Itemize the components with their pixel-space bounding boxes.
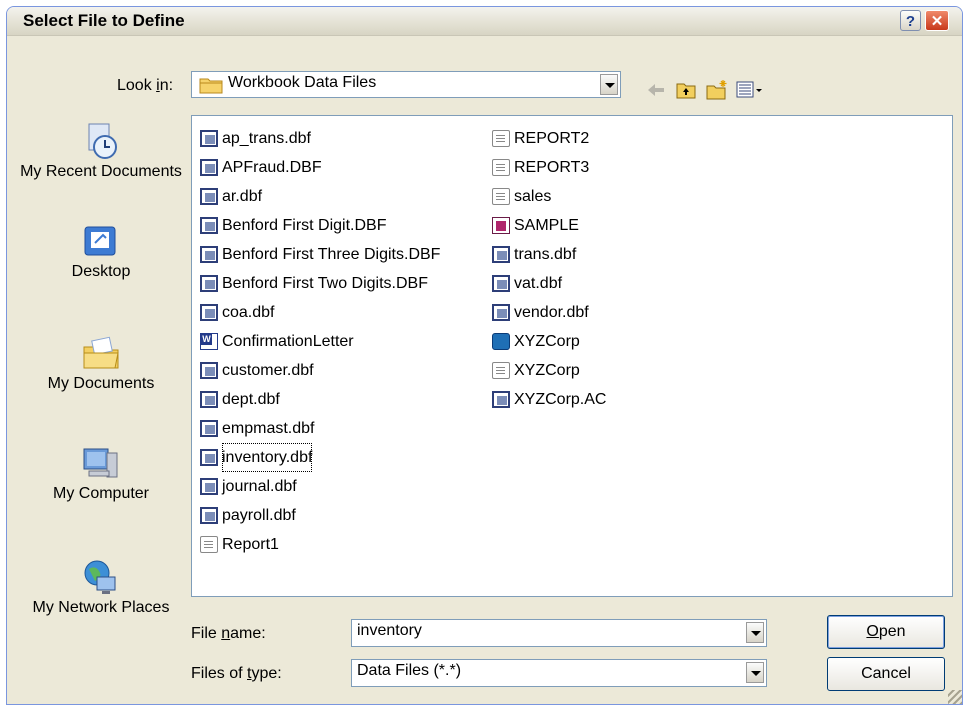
database-file-icon	[200, 159, 218, 176]
network-places-icon	[81, 557, 121, 597]
dialog-title: Select File to Define	[23, 11, 185, 30]
text-file-icon	[200, 536, 218, 553]
close-button[interactable]: ✕	[925, 10, 949, 31]
places-bar: My Recent Documents Desktop My Documents…	[15, 111, 187, 683]
file-item-name: journal.dbf	[222, 478, 297, 495]
database-file-icon	[200, 130, 218, 147]
place-label: My Network Places	[32, 599, 170, 616]
file-type-value: Data Files (*.*)	[357, 662, 462, 679]
database-file-icon	[492, 275, 510, 292]
file-item-name: XYZCorp	[514, 362, 580, 379]
folder-icon	[199, 78, 223, 94]
file-item-name: Benford First Three Digits.DBF	[222, 246, 441, 263]
text-file-icon	[492, 159, 510, 176]
look-in-dropdown[interactable]: Workbook Data Files	[191, 71, 621, 98]
file-item-name: XYZCorp	[514, 333, 580, 350]
database-file-icon	[200, 217, 218, 234]
open-button[interactable]: Open	[827, 615, 945, 649]
file-item-name: sales	[514, 188, 552, 205]
file-list[interactable]: ap_trans.dbf APFraud.DBF ar.dbf Benford Fir…	[191, 115, 953, 597]
views-menu-icon[interactable]	[735, 79, 765, 101]
back-arrow-icon[interactable]	[645, 79, 667, 101]
database-file-icon	[200, 478, 218, 495]
place-label: My Recent Documents	[20, 163, 182, 180]
file-item-name: vat.dbf	[514, 275, 563, 292]
file-item-name: ap_trans.dbf	[222, 130, 311, 147]
file-item-name: Benford First Digit.DBF	[222, 217, 387, 234]
file-item-name: vendor.dbf	[514, 304, 589, 321]
database-file-icon	[200, 449, 218, 466]
select-file-dialog: Select File to Define ? ✕ Look in: Workb…	[6, 6, 963, 705]
file-item-name: ConfirmationLetter	[222, 333, 354, 350]
help-button[interactable]: ?	[900, 10, 921, 31]
my-documents-icon	[81, 333, 121, 373]
text-file-icon	[492, 362, 510, 379]
database-file-icon	[200, 188, 218, 205]
database-file-icon	[200, 391, 218, 408]
file-type-label: Files of type:	[191, 665, 282, 682]
new-folder-icon[interactable]	[705, 79, 727, 101]
file-name-label: File name:	[191, 625, 266, 642]
application-icon	[492, 333, 510, 350]
file-item-name: empmast.dbf	[222, 420, 315, 437]
database-file-icon	[492, 304, 510, 321]
file-item-name: trans.dbf	[514, 246, 577, 263]
file-type-combo[interactable]: Data Files (*.*)	[351, 659, 767, 687]
file-name-dropdown-button[interactable]	[746, 622, 764, 643]
file-item-name: SAMPLE	[514, 217, 579, 234]
place-desktop[interactable]: Desktop	[15, 221, 187, 281]
word-document-icon	[200, 333, 218, 350]
desktop-icon	[81, 221, 121, 261]
database-file-icon	[200, 304, 218, 321]
look-in-dropdown-button[interactable]	[600, 74, 618, 95]
file-item-name: Report1	[222, 536, 279, 553]
place-label: My Computer	[52, 485, 150, 502]
recent-documents-icon	[81, 121, 121, 161]
my-computer-icon	[81, 443, 121, 483]
file-item-name: customer.dbf	[222, 362, 314, 379]
title-bar[interactable]: Select File to Define ? ✕	[7, 7, 962, 36]
database-file-icon	[200, 420, 218, 437]
database-file-icon	[200, 275, 218, 292]
file-item-name: XYZCorp.AC	[514, 391, 607, 408]
place-label: My Documents	[47, 375, 155, 392]
text-file-icon	[492, 188, 510, 205]
place-recent-documents[interactable]: My Recent Documents	[15, 121, 187, 181]
database-file-icon	[200, 507, 218, 524]
place-label: Desktop	[71, 263, 131, 280]
file-item-name: APFraud.DBF	[222, 159, 322, 176]
file-item-name: coa.dbf	[222, 304, 275, 321]
file-item-name: REPORT2	[514, 130, 590, 147]
cancel-button[interactable]: Cancel	[827, 657, 945, 691]
look-in-value: Workbook Data Files	[228, 74, 377, 91]
database-file-icon	[492, 246, 510, 263]
database-file-icon	[200, 362, 218, 379]
file-item-name: Benford First Two Digits.DBF	[222, 275, 428, 292]
resize-grip[interactable]	[948, 690, 962, 704]
up-folder-icon[interactable]	[675, 79, 697, 101]
database-file-icon	[492, 391, 510, 408]
file-name-combo[interactable]: inventory	[351, 619, 767, 647]
file-item-name: REPORT3	[514, 159, 590, 176]
file-item-name: dept.dbf	[222, 391, 280, 408]
file-type-dropdown-button[interactable]	[746, 662, 764, 683]
file-item-name: ar.dbf	[222, 188, 263, 205]
file-item-name: inventory.dbf	[222, 443, 313, 472]
place-my-documents[interactable]: My Documents	[15, 333, 187, 393]
pdf-file-icon	[492, 217, 510, 234]
text-file-icon	[492, 130, 510, 147]
place-network-places[interactable]: My Network Places	[15, 557, 187, 617]
file-name-input[interactable]: inventory	[357, 622, 422, 640]
file-item-name: payroll.dbf	[222, 507, 296, 524]
place-my-computer[interactable]: My Computer	[15, 443, 187, 503]
database-file-icon	[200, 246, 218, 263]
look-in-label: Look in:	[117, 77, 174, 94]
